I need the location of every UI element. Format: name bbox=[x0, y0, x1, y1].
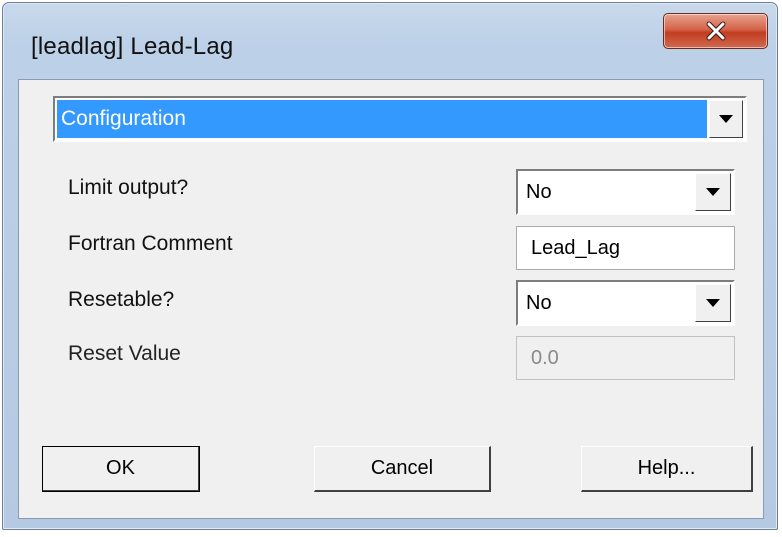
resetable-value: No bbox=[526, 292, 552, 314]
limit-output-value: No bbox=[526, 181, 552, 203]
fortran-comment-label: Fortran Comment bbox=[68, 232, 233, 255]
limit-output-dropdown-button[interactable] bbox=[695, 173, 731, 211]
window-title: [leadlag] Lead-Lag bbox=[31, 33, 234, 60]
chevron-down-icon bbox=[706, 188, 720, 196]
resetable-label: Resetable? bbox=[68, 288, 175, 311]
limit-output-dropdown[interactable]: No bbox=[516, 169, 735, 215]
help-button[interactable]: Help... bbox=[581, 446, 753, 492]
limit-output-label: Limit output? bbox=[68, 176, 189, 199]
section-dropdown[interactable]: Configuration bbox=[53, 96, 747, 142]
chevron-down-icon bbox=[706, 299, 720, 307]
section-dropdown-value: Configuration bbox=[57, 100, 707, 138]
resetable-dropdown[interactable]: No bbox=[516, 280, 735, 326]
dialog-client-area: Configuration Limit output? No Fortran C… bbox=[18, 79, 764, 519]
reset-value-label: Reset Value bbox=[68, 342, 181, 365]
close-icon bbox=[705, 21, 727, 41]
title-bar[interactable]: [leadlag] Lead-Lag bbox=[3, 3, 777, 79]
section-dropdown-button[interactable] bbox=[709, 100, 743, 138]
reset-value-input: 0.0 bbox=[516, 336, 735, 380]
cancel-button[interactable]: Cancel bbox=[314, 446, 491, 492]
chevron-down-icon bbox=[719, 115, 733, 123]
close-button[interactable] bbox=[663, 13, 768, 49]
dialog-window: [leadlag] Lead-Lag Configuration Limit o… bbox=[2, 2, 778, 530]
resetable-dropdown-button[interactable] bbox=[695, 284, 731, 322]
ok-button[interactable]: OK bbox=[42, 446, 200, 492]
fortran-comment-input[interactable]: Lead_Lag bbox=[516, 226, 735, 270]
